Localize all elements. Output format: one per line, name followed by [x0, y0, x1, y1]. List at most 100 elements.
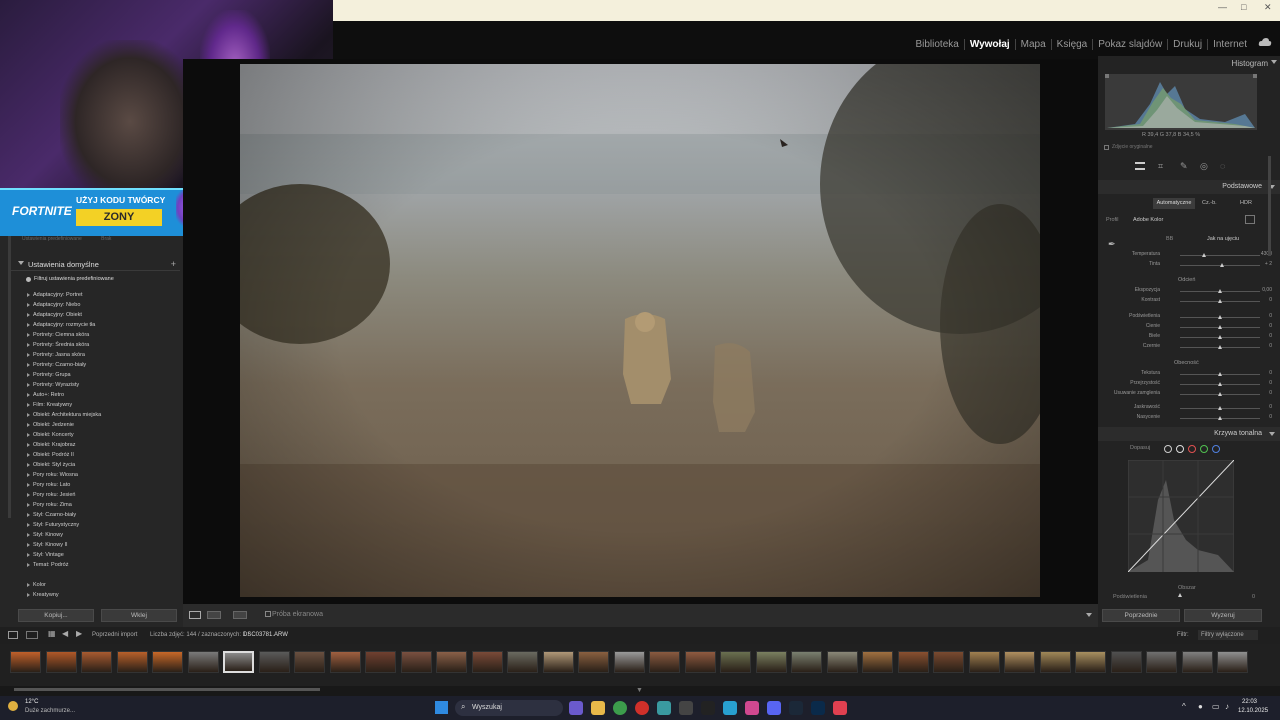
- filmstrip-thumbnail[interactable]: [81, 651, 112, 673]
- module-wywolaj[interactable]: Wywołaj: [963, 39, 1015, 50]
- preset-group-item[interactable]: Pory roku: Zima: [27, 500, 177, 510]
- auto-button[interactable]: Automatyczne: [1153, 198, 1195, 209]
- basic-section-header[interactable]: Podstawowe: [1098, 180, 1280, 194]
- module-drukuj[interactable]: Drukuj: [1167, 39, 1207, 50]
- curve-green-icon[interactable]: [1200, 445, 1208, 453]
- shadow-clip-indicator[interactable]: [1105, 74, 1109, 78]
- filmstrip-scrollbar[interactable]: [14, 688, 320, 691]
- slider-value[interactable]: 0: [1252, 323, 1272, 329]
- preset-group-item[interactable]: Adaptacyjny: Obiekt: [27, 310, 177, 320]
- histogram-title[interactable]: Histogram: [1232, 59, 1268, 68]
- filmstrip-thumbnail[interactable]: [507, 651, 538, 673]
- filmstrip-thumbnail[interactable]: [45, 651, 77, 673]
- app-icon-2[interactable]: [679, 701, 693, 715]
- preset-group-item[interactable]: Pory roku: Lato: [27, 480, 177, 490]
- filmstrip-thumbnail[interactable]: [187, 651, 219, 673]
- filmstrip-thumbnail[interactable]: [862, 651, 893, 673]
- highlights-slider-knob[interactable]: [1178, 593, 1182, 597]
- discord-icon[interactable]: [767, 701, 781, 715]
- grid-icon[interactable]: ▦: [48, 629, 56, 638]
- preset-group-item[interactable]: Portrety: Grupa: [27, 370, 177, 380]
- slider-track[interactable]: [1180, 255, 1260, 256]
- add-preset-button[interactable]: +: [171, 259, 176, 269]
- bw-button[interactable]: Cz.-b.: [1202, 198, 1217, 209]
- filmstrip-thumbnail[interactable]: [400, 651, 432, 673]
- expand-triangle-icon[interactable]: [27, 362, 30, 367]
- filmstrip-thumbnail[interactable]: [471, 651, 503, 673]
- filmstrip-thumbnail[interactable]: [826, 651, 858, 673]
- left-panel-scrollbar[interactable]: [8, 218, 11, 518]
- preset-group-item[interactable]: Portrety: Czarno-biały: [27, 360, 177, 370]
- preset-group-item[interactable]: Styl: Kinowy: [27, 530, 177, 540]
- expand-triangle-icon[interactable]: [27, 582, 30, 587]
- cloud-sync-icon[interactable]: [1258, 37, 1272, 47]
- app-icon-6[interactable]: [833, 701, 847, 715]
- reset-button[interactable]: Wyzeruj: [1184, 609, 1262, 622]
- expand-triangle-icon[interactable]: [27, 412, 30, 417]
- expand-triangle-icon[interactable]: [27, 562, 30, 567]
- module-pokaz-slajdow[interactable]: Pokaz slajdów: [1092, 39, 1167, 50]
- expand-triangle-icon[interactable]: [27, 502, 30, 507]
- preset-group-item[interactable]: Portrety: Wyrazisty: [27, 380, 177, 390]
- start-icon[interactable]: [435, 701, 448, 714]
- slider-knob[interactable]: [1218, 406, 1222, 410]
- filmstrip-thumbnail[interactable]: [578, 651, 609, 673]
- presets-section-header[interactable]: Ustawienia domyślne +: [10, 259, 180, 271]
- preset-group-item[interactable]: Pory roku: Jesień: [27, 490, 177, 500]
- wb-select[interactable]: Jak na ujęciu: [1207, 236, 1239, 242]
- edit-sliders-icon[interactable]: [1135, 162, 1145, 170]
- preset-group-item[interactable]: Styl: Czarno-biały: [27, 510, 177, 520]
- preset-group-item[interactable]: Film: Kreatywny: [27, 400, 177, 410]
- tone-curve-section-header[interactable]: Krzywa tonalna: [1098, 427, 1280, 441]
- module-internet[interactable]: Internet: [1207, 39, 1252, 50]
- filmstrip-thumbnail[interactable]: [1110, 651, 1142, 673]
- filmstrip-thumbnail[interactable]: [223, 651, 254, 673]
- heal-icon[interactable]: ✎: [1180, 161, 1188, 172]
- redeye-icon[interactable]: ◎: [1200, 161, 1208, 172]
- proof-checkbox[interactable]: [265, 611, 271, 617]
- slider-value[interactable]: 0: [1252, 414, 1272, 420]
- network-icon[interactable]: ▭: [1212, 702, 1220, 711]
- expand-triangle-icon[interactable]: [27, 332, 30, 337]
- preset-group-item[interactable]: Adaptacyjny: Niebo: [27, 300, 177, 310]
- filmstrip-thumbnail[interactable]: [542, 651, 574, 673]
- app-icon-1[interactable]: [657, 701, 671, 715]
- slider-knob[interactable]: [1218, 335, 1222, 339]
- filmstrip-thumbnail[interactable]: [258, 651, 290, 673]
- highlight-clip-indicator[interactable]: [1253, 74, 1257, 78]
- slider-knob[interactable]: [1218, 392, 1222, 396]
- module-ksiega[interactable]: Księga: [1050, 39, 1093, 50]
- chrome-icon[interactable]: [613, 701, 627, 715]
- clock-time[interactable]: 22:03: [1242, 699, 1257, 705]
- expand-triangle-icon[interactable]: [27, 462, 30, 467]
- expand-triangle-icon[interactable]: [27, 302, 30, 307]
- weather-icon[interactable]: [8, 701, 18, 711]
- slider-value[interactable]: 0: [1252, 370, 1272, 376]
- expand-triangle-icon[interactable]: [27, 382, 30, 387]
- preset-group-item[interactable]: Kreatywny: [27, 590, 177, 600]
- slider-value[interactable]: 0: [1252, 343, 1272, 349]
- curve-red-icon[interactable]: [1188, 445, 1196, 453]
- expand-triangle-icon[interactable]: [27, 442, 30, 447]
- expand-triangle-icon[interactable]: [27, 322, 30, 327]
- filmstrip-thumbnail[interactable]: [1075, 651, 1106, 673]
- preset-group-item[interactable]: Styl: Kinowy II: [27, 540, 177, 550]
- slider-knob[interactable]: [1218, 325, 1222, 329]
- slider-value[interactable]: 0: [1252, 380, 1272, 386]
- tray-arrow-icon[interactable]: ^: [1182, 702, 1186, 711]
- filmstrip-toggle-icon[interactable]: ▼: [636, 687, 643, 694]
- toolbar-menu-icon[interactable]: [1086, 613, 1092, 617]
- filmstrip-thumbnail[interactable]: [116, 651, 148, 673]
- expand-triangle-icon[interactable]: [27, 402, 30, 407]
- expand-triangle-icon[interactable]: [27, 372, 30, 377]
- before-after-icon[interactable]: [207, 611, 221, 619]
- preset-group-item[interactable]: Portrety: Jasna skóra: [27, 350, 177, 360]
- preset-group-item[interactable]: Obiekt: Styl życia: [27, 460, 177, 470]
- preset-group-item[interactable]: Pory roku: Wiosna: [27, 470, 177, 480]
- filmstrip-thumbnail[interactable]: [755, 651, 787, 673]
- weather-temp[interactable]: 12°C: [25, 699, 38, 705]
- preset-group-item[interactable]: Temat: Podróż: [27, 560, 177, 570]
- preset-group-item[interactable]: Adaptacyjny: Portret: [27, 290, 177, 300]
- histogram-collapse-icon[interactable]: [1271, 60, 1277, 64]
- slider-value[interactable]: 0: [1252, 390, 1272, 396]
